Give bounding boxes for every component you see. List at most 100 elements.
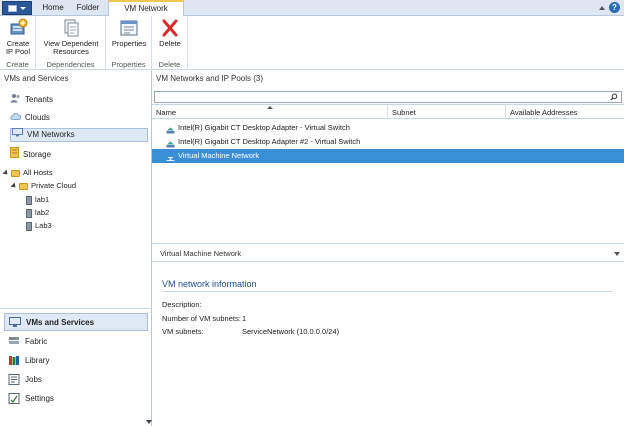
tree-item-label: All Hosts: [23, 168, 53, 177]
workspace-label: Fabric: [25, 336, 48, 346]
nav-item-clouds[interactable]: Clouds: [10, 111, 50, 125]
workspace-settings[interactable]: Settings: [4, 389, 148, 407]
detail-subnets: VM subnets: ServiceNetwork (10.0.0.0/24): [162, 327, 339, 336]
ribbon-group-dependencies: View Dependent Resources Dependencies: [36, 16, 106, 70]
tree-item-label: Private Cloud: [31, 181, 77, 190]
ribbon-group-create: Create IP Pool Create: [0, 16, 36, 70]
tenants-icon: [10, 93, 21, 108]
ribbon-group-label: Create: [6, 60, 29, 69]
sort-ascending-icon: [267, 106, 273, 109]
row-name: Intel(R) Gigabit CT Desktop Adapter - Vi…: [178, 123, 350, 132]
workspace-label: Library: [25, 355, 50, 365]
vm-network-icon: [166, 153, 175, 161]
tree-item-host[interactable]: Lab3: [26, 220, 52, 232]
tree-item-label: lab2: [35, 208, 50, 217]
vms-and-services-icon: [9, 316, 21, 328]
settings-icon: [8, 392, 20, 404]
chevron-down-icon: [20, 6, 26, 10]
detail-label: Description:: [162, 300, 202, 309]
ribbon-group-label: Dependencies: [46, 60, 95, 69]
server-icon: [26, 195, 32, 205]
view-dependent-resources-button[interactable]: View Dependent Resources: [40, 18, 102, 56]
properties-label: Properties: [111, 39, 147, 48]
dependent-resources-icon: [61, 18, 81, 38]
minimize-ribbon-icon[interactable]: [599, 5, 605, 10]
expand-arrow-icon[interactable]: [2, 169, 10, 177]
delete-button[interactable]: Delete: [154, 18, 186, 48]
ribbon-group-delete: Delete Delete: [152, 16, 188, 70]
nav-item-label: VM Networks: [27, 130, 75, 139]
tree-item-label: lab1: [35, 195, 50, 204]
workspace-switcher: VMs and Services Fabric Library Jobs Set…: [0, 308, 152, 426]
tree-item-all-hosts[interactable]: All Hosts: [2, 167, 53, 179]
table-row[interactable]: Virtual Machine Network: [152, 149, 624, 163]
details-pane-header[interactable]: Virtual Machine Network: [152, 246, 624, 262]
workspace-library[interactable]: Library: [4, 351, 148, 369]
table-row[interactable]: Intel(R) Gigabit CT Desktop Adapter - Vi…: [152, 121, 624, 135]
expand-arrow-icon[interactable]: [10, 182, 18, 190]
detail-description: Description:: [162, 300, 202, 309]
nav-item-label: Storage: [23, 150, 52, 159]
nav-item-label: Clouds: [25, 113, 50, 122]
virtual-switch-icon: [166, 125, 175, 133]
tab-folder[interactable]: Folder: [72, 0, 104, 16]
properties-icon: [119, 18, 139, 38]
workspace-label: Settings: [25, 393, 54, 403]
tree-item-host[interactable]: lab1: [26, 194, 49, 206]
workspace-vms-and-services[interactable]: VMs and Services: [4, 313, 148, 331]
ribbon-group-label: Delete: [158, 60, 181, 69]
ribbon: Create IP Pool Create View Dependent Res…: [0, 16, 624, 70]
tree-item-host[interactable]: lab2: [26, 207, 49, 219]
application-menu-button[interactable]: [2, 1, 32, 15]
details-pane: VM network information Description: Numb…: [152, 263, 624, 426]
tree-item-private-cloud[interactable]: Private Cloud: [10, 180, 77, 192]
delete-label: Delete: [159, 39, 181, 48]
tab-home[interactable]: Home: [38, 0, 68, 16]
row-name: Virtual Machine Network: [178, 151, 260, 160]
help-icon[interactable]: ?: [609, 2, 620, 13]
ribbon-controls: ?: [599, 2, 620, 13]
vm-networks-grid: Name Subnet Available Addresses Intel(R)…: [152, 104, 624, 244]
ribbon-tab-strip: Home Folder VM Network ?: [0, 0, 624, 17]
detail-label: VM subnets:: [162, 327, 204, 336]
column-header-available-addresses[interactable]: Available Addresses: [506, 105, 624, 119]
server-icon: [26, 208, 32, 218]
content-pane: VM Networks and IP Pools (3) Name Subnet…: [152, 70, 624, 426]
storage-icon: [10, 147, 19, 163]
jobs-icon: [8, 373, 20, 385]
navigation-pane: VMs and Services Tenants Clouds VM Netwo…: [0, 70, 152, 426]
nav-item-tenants[interactable]: Tenants: [10, 93, 53, 107]
grid-header: Name Subnet Available Addresses: [152, 105, 624, 119]
workspace-label: VMs and Services: [26, 317, 95, 327]
create-ip-pool-label: Create IP Pool: [5, 39, 31, 56]
folder-icon: [19, 182, 28, 190]
workspace-fabric[interactable]: Fabric: [4, 332, 148, 350]
search-icon[interactable]: [610, 93, 618, 101]
nav-item-storage[interactable]: Storage: [10, 147, 52, 163]
tree-item-label: Lab3: [35, 221, 52, 230]
detail-label: Number of VM subnets:: [162, 314, 241, 323]
search-input[interactable]: [154, 91, 622, 103]
virtual-switch-icon: [166, 139, 175, 147]
table-row[interactable]: Intel(R) Gigabit CT Desktop Adapter #2 -…: [152, 135, 624, 149]
workspace-jobs[interactable]: Jobs: [4, 370, 148, 388]
nav-item-label: Tenants: [25, 95, 54, 104]
folder-icon: [11, 169, 20, 177]
nav-item-vm-networks[interactable]: VM Networks: [10, 128, 148, 142]
details-pane-title: Virtual Machine Network: [160, 249, 242, 258]
library-icon: [8, 355, 20, 366]
divider: [162, 291, 612, 292]
workspace-label: Jobs: [25, 374, 42, 384]
fabric-icon: [8, 336, 20, 347]
create-ip-pool-icon: [8, 18, 28, 38]
properties-button[interactable]: Properties: [108, 18, 150, 48]
detail-subnet-count: Number of VM subnets: 1: [162, 314, 246, 323]
chevron-down-icon[interactable]: [614, 252, 620, 256]
column-header-subnet[interactable]: Subnet: [388, 105, 506, 119]
row-name: Intel(R) Gigabit CT Desktop Adapter #2 -…: [178, 137, 361, 146]
list-title: VM Networks and IP Pools (3): [156, 74, 264, 83]
server-icon: [26, 221, 32, 231]
cloud-icon: [10, 111, 22, 125]
create-ip-pool-button[interactable]: Create IP Pool: [2, 18, 34, 56]
tab-vm-network[interactable]: VM Network: [108, 0, 184, 17]
